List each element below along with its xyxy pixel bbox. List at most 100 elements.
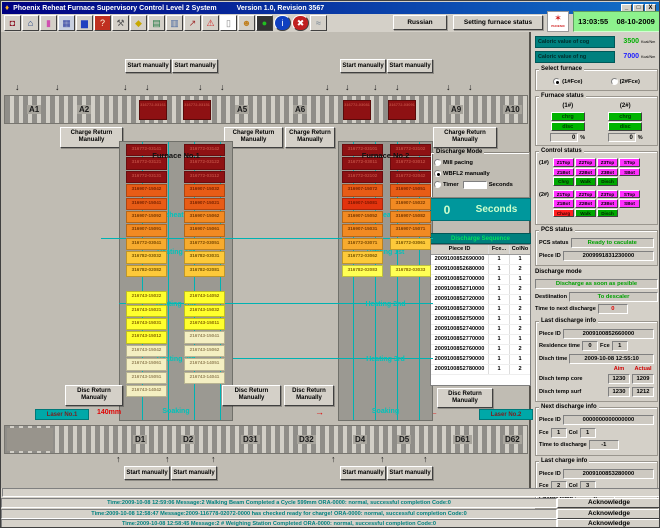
furnace-piece: 316772-03061 [390,238,431,250]
toolbar-icon[interactable]: ◆ [130,15,147,31]
furnace-piece: 216743-15012 [126,331,167,343]
toolbar-icon[interactable]: ▆ [76,15,93,31]
table-row[interactable]: 2009100852780000 1 2 [431,365,530,375]
laser-1-badge: Laser No.1 [35,409,89,420]
phoenix-logo: ✶ PHOENIX [547,11,569,32]
toolbar-icon[interactable]: ◘ [4,15,21,31]
table-row[interactable]: 2009100852770000 1 1 [431,335,530,345]
zone-status-indicator: STop [619,158,640,167]
acknowledge-button[interactable]: Acknowledge [557,498,660,508]
charge-status-indicator: chrg [551,112,585,121]
charge-return-manually-button[interactable]: Charge Return Manually [60,127,123,148]
start-manually-button[interactable]: Start manually [125,59,171,73]
toolbar-icon[interactable]: ≈ [310,15,327,31]
start-manually-button[interactable]: Start manually [172,59,218,73]
toolbar-icon[interactable]: ▥ [166,15,183,31]
disc-return-manually-button[interactable]: Disc Return Manually [65,385,123,406]
table-row[interactable]: 2009100852790000 1 1 [431,355,530,365]
table-row[interactable]: 2009100852720000 1 1 [431,295,530,305]
toolbar-icon[interactable]: ▮ [40,15,57,31]
toolbar-icon[interactable]: ? [94,15,111,31]
zone-label: Soaking [339,408,432,415]
table-row[interactable]: 2009100852680000 1 2 [431,265,530,275]
furnace-piece: 316782-02083 [342,265,383,277]
russian-button[interactable]: Russian [393,15,447,30]
caloric-label: Caloric value of ng [535,51,615,63]
disc-return-manually-button[interactable]: Disc Return Manually [437,388,493,408]
conveyor-section-label: D2 [181,435,195,444]
toolbar-icon[interactable]: ⚒ [112,15,129,31]
table-row[interactable]: 2009100852700000 1 1 [431,275,530,285]
radio-timer[interactable]: Timer Seconds [434,179,527,190]
toolbar-icon[interactable]: ● [256,15,273,31]
residence-time: 0 [582,341,598,351]
furnace-piece: 216743-15061 [126,358,167,370]
down-arrow-icon: ↓ [373,83,378,92]
charge-return-manually-button[interactable]: Charge Return Manually [285,127,335,148]
start-manually-button[interactable]: Start manually [124,466,170,480]
start-manually-button[interactable]: Start manually [340,59,386,73]
message-row: Time:2009-10-08 12:58:47 Message:2009-11… [1,509,660,519]
zone-status-indicator: Z2Bot [575,199,596,208]
radio-wbfl2-manually[interactable]: WBFL2 manually [434,168,527,179]
acknowledge-button[interactable]: Acknowledge [557,509,660,519]
toolbar-icon[interactable]: ▦ [58,15,75,31]
table-row[interactable]: 2009100852760000 1 2 [431,345,530,355]
app-window: ♦ Phoenix Reheat Furnace Supervisory Con… [0,0,660,528]
furnace-select-radio[interactable]: (1#Fce) [553,76,582,87]
conveyor-section-label: D62 [503,435,522,444]
start-manually-button[interactable]: Start manually [387,466,433,480]
message-row: Time:2009-10-08 12:59:06 Message:2 Walki… [1,498,660,508]
charge-return-manually-button[interactable]: Charge Return Manually [433,127,497,148]
toolbar-icon[interactable]: ▯ [220,15,237,31]
discharge-mode-info: Discharge mode Discharge as soon as pesi… [535,269,658,316]
setting-furnace-status-button[interactable]: Setting furnace status [453,15,543,30]
next-discharge-piece-id: 0000000000000000 [563,415,654,425]
zone-status-indicator: SBot [619,168,640,177]
furnace-piece: 316772-03112 [184,171,225,183]
furnace-piece: 316907-15062 [184,211,225,223]
disc-return-manually-button[interactable]: Disc Return Manually [284,385,334,406]
start-manually-button[interactable]: Start manually [171,466,217,480]
toolbar-icon[interactable]: ⌂ [22,15,39,31]
furnace-select-radio[interactable]: (2#Fce) [611,76,640,87]
acknowledge-button[interactable]: Acknowledge [557,519,660,528]
toolbar-icon[interactable]: ☻ [238,15,255,31]
last-discharge-piece-id: 2009100852660000 [563,329,654,339]
machine-status-indicator: Walk [575,177,596,186]
slab-on-conveyor: 316772-03091 [388,100,416,120]
residence-fce: 1 [612,341,628,351]
plant-mimic: Start manually Start manually Start manu… [1,32,531,488]
zone-label: Heating 3rd [339,356,432,363]
furnace-piece: 216743-14041 [184,372,225,384]
charge-status-indicator: chrg [608,112,642,121]
caloric-unit: Kcal/Nm [641,55,655,59]
discharge-sequence-table: Piece ID Fce... ColNo 2009100852690000 1… [430,244,531,386]
conveyor-section-label: A5 [235,105,249,114]
slab-on-conveyor: 316772-03161 [139,100,167,120]
down-arrow-icon: ↓ [345,83,350,92]
up-arrow-icon: ↑ [331,455,336,464]
down-arrow-icon: ↓ [123,83,128,92]
furnace-status-column: (1#) chrg disc 0 % [545,103,591,142]
timer-seconds-input[interactable] [463,181,487,189]
start-manually-button[interactable]: Start manually [387,59,433,73]
toolbar-icon[interactable]: ⚠ [202,15,219,31]
start-manually-button[interactable]: Start manually [340,466,386,480]
table-header-row: Piece ID Fce... ColNo [431,245,530,255]
table-row[interactable]: 2009100852710000 1 2 [431,285,530,295]
up-arrow-icon: ↑ [380,455,385,464]
zone-status-indicator: Z3Bot [597,199,618,208]
table-row[interactable]: 2009100852690000 1 1 [431,255,530,265]
toolbar-icon[interactable]: ✖ [292,15,309,31]
table-row[interactable]: 2009100852740000 1 2 [431,325,530,335]
down-arrow-icon: ↓ [468,83,473,92]
table-row[interactable]: 2009100852750000 1 1 [431,315,530,325]
toolbar-icon[interactable]: ▤ [148,15,165,31]
toolbar-icon[interactable]: i [274,15,291,31]
table-row[interactable]: 2009100852730000 1 2 [431,305,530,315]
radio-mill-pacing[interactable]: Mill pacing [434,157,527,168]
toolbar-icon[interactable]: ↗ [184,15,201,31]
core-temp-actual: 1209 [632,374,654,384]
conveyor-section-label: D32 [297,435,316,444]
